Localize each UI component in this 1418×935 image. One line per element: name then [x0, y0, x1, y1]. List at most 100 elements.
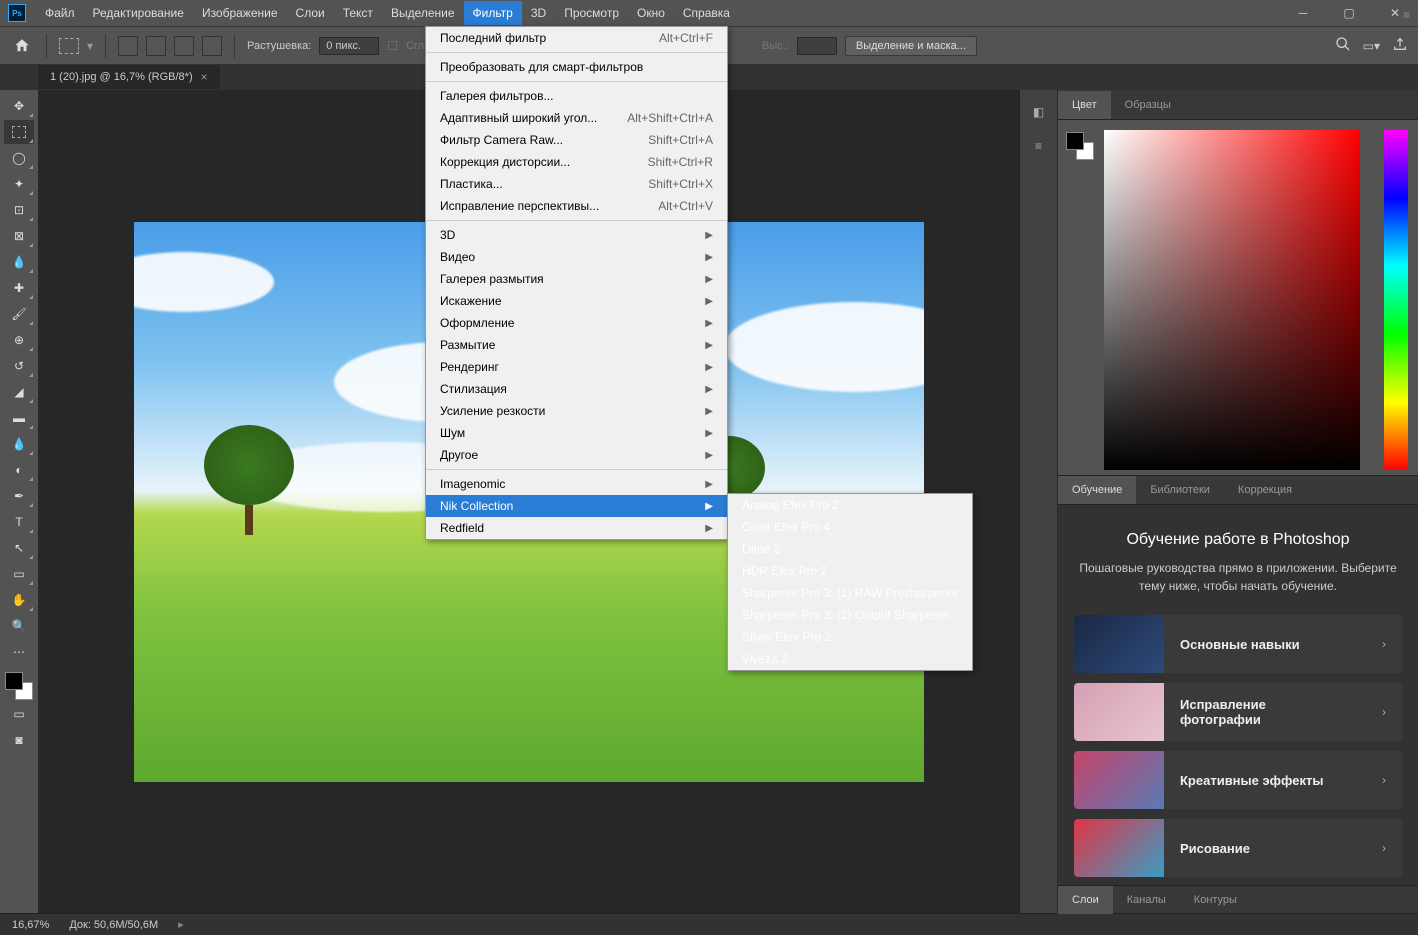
path-select-tool[interactable]: ↖: [4, 536, 34, 560]
quick-select-tool[interactable]: ✦: [4, 172, 34, 196]
close-button[interactable]: ✕: [1372, 0, 1418, 26]
menu-справка[interactable]: Справка: [674, 1, 739, 25]
learn-card[interactable]: Креативные эффекты›: [1074, 751, 1402, 809]
menu-item[interactable]: Analog Efex Pro 2: [728, 494, 972, 516]
healing-tool[interactable]: ✚: [4, 276, 34, 300]
foreground-background-swatch[interactable]: [5, 672, 33, 700]
menu-item[interactable]: Dfine 2: [728, 538, 972, 560]
type-tool[interactable]: T: [4, 510, 34, 534]
menu-item[interactable]: Silver Efex Pro 2: [728, 626, 972, 648]
panel-tab[interactable]: Цвет: [1058, 91, 1111, 119]
shape-tool[interactable]: ▭: [4, 562, 34, 586]
menu-item[interactable]: HDR Efex Pro 2: [728, 560, 972, 582]
select-and-mask-button[interactable]: Выделение и маска...: [845, 36, 977, 56]
color-swatches[interactable]: [1066, 132, 1094, 160]
search-icon[interactable]: [1335, 36, 1351, 55]
panel-tab[interactable]: Обучение: [1058, 476, 1136, 504]
menu-item[interactable]: Последний фильтрAlt+Ctrl+F: [426, 27, 727, 49]
menu-item[interactable]: Sharpener Pro 3: (2) Output Sharpener: [728, 604, 972, 626]
menu-выделение[interactable]: Выделение: [382, 1, 464, 25]
menu-item[interactable]: Размытие▶: [426, 334, 727, 356]
menu-3d[interactable]: 3D: [522, 1, 555, 25]
workspace-icon[interactable]: ▭▾: [1363, 39, 1380, 53]
menu-файл[interactable]: Файл: [36, 1, 84, 25]
menu-item[interactable]: Коррекция дисторсии...Shift+Ctrl+R: [426, 151, 727, 173]
crop-tool[interactable]: ⊡: [4, 198, 34, 222]
clone-tool[interactable]: ⊕: [4, 328, 34, 352]
menu-item[interactable]: Стилизация▶: [426, 378, 727, 400]
menu-item[interactable]: Галерея фильтров...: [426, 85, 727, 107]
edit-toolbar[interactable]: ⋯: [4, 640, 34, 664]
menu-item[interactable]: Искажение▶: [426, 290, 727, 312]
menu-item[interactable]: Усиление резкости▶: [426, 400, 727, 422]
menu-item[interactable]: Фильтр Camera Raw...Shift+Ctrl+A: [426, 129, 727, 151]
selection-intersect-icon[interactable]: [202, 36, 222, 56]
hand-tool[interactable]: ✋: [4, 588, 34, 612]
eyedropper-tool[interactable]: 💧: [4, 250, 34, 274]
panel-tab[interactable]: Контуры: [1180, 886, 1251, 914]
move-tool[interactable]: ✥: [4, 94, 34, 118]
learn-card[interactable]: Основные навыки›: [1074, 615, 1402, 673]
quick-mask-tool[interactable]: ◙: [4, 728, 34, 752]
menu-item[interactable]: 3D▶: [426, 224, 727, 246]
history-brush-tool[interactable]: ↺: [4, 354, 34, 378]
menu-item[interactable]: Color Efex Pro 4: [728, 516, 972, 538]
color-field[interactable]: [1104, 130, 1360, 470]
eraser-tool[interactable]: ◢: [4, 380, 34, 404]
menu-item[interactable]: Видео▶: [426, 246, 727, 268]
panel-tab[interactable]: Слои: [1058, 886, 1113, 914]
menu-редактирование[interactable]: Редактирование: [84, 1, 193, 25]
menu-item[interactable]: Адаптивный широкий угол...Alt+Shift+Ctrl…: [426, 107, 727, 129]
height-input[interactable]: [797, 37, 837, 55]
panel-menu-icon[interactable]: ≡: [1403, 8, 1410, 22]
zoom-tool[interactable]: 🔍: [4, 614, 34, 638]
learn-card[interactable]: Исправление фотографии›: [1074, 683, 1402, 741]
panel-tab[interactable]: Коррекция: [1224, 476, 1306, 504]
selection-subtract-icon[interactable]: [174, 36, 194, 56]
menu-item[interactable]: Галерея размытия▶: [426, 268, 727, 290]
menu-item[interactable]: Другое▶: [426, 444, 727, 466]
panel-tab[interactable]: Библиотеки: [1136, 476, 1224, 504]
menu-item[interactable]: Преобразовать для смарт-фильтров: [426, 56, 727, 78]
menu-item[interactable]: Sharpener Pro 3: (1) RAW Presharpener: [728, 582, 972, 604]
panel-tab[interactable]: Каналы: [1113, 886, 1180, 914]
menu-окно[interactable]: Окно: [628, 1, 674, 25]
menu-item[interactable]: Оформление▶: [426, 312, 727, 334]
gradient-tool[interactable]: ▬: [4, 406, 34, 430]
selection-add-icon[interactable]: [146, 36, 166, 56]
menu-item[interactable]: Nik Collection▶Analog Efex Pro 2Color Ef…: [426, 495, 727, 517]
maximize-button[interactable]: ▢: [1326, 0, 1372, 26]
menu-текст[interactable]: Текст: [334, 1, 382, 25]
feather-input[interactable]: [319, 37, 379, 55]
selection-new-icon[interactable]: [118, 36, 138, 56]
menu-изображение[interactable]: Изображение: [193, 1, 287, 25]
properties-panel-icon[interactable]: ≡: [1025, 132, 1053, 160]
menu-слои[interactable]: Слои: [287, 1, 334, 25]
lasso-tool[interactable]: ◯: [4, 146, 34, 170]
hue-slider[interactable]: [1384, 130, 1408, 470]
marquee-preset-icon[interactable]: [59, 38, 79, 54]
menu-item[interactable]: Шум▶: [426, 422, 727, 444]
menu-item[interactable]: Пластика...Shift+Ctrl+X: [426, 173, 727, 195]
menu-item[interactable]: Viveza 2: [728, 648, 972, 670]
menu-фильтр[interactable]: Фильтр: [464, 1, 522, 25]
home-icon[interactable]: [10, 34, 34, 58]
menu-просмотр[interactable]: Просмотр: [555, 1, 628, 25]
menu-item[interactable]: Исправление перспективы...Alt+Ctrl+V: [426, 195, 727, 217]
minimize-button[interactable]: ─: [1280, 0, 1326, 26]
marquee-tool[interactable]: [4, 120, 34, 144]
pen-tool[interactable]: ✒: [4, 484, 34, 508]
menu-item[interactable]: Redfield▶: [426, 517, 727, 539]
menu-item[interactable]: Рендеринг▶: [426, 356, 727, 378]
close-tab-icon[interactable]: ×: [201, 70, 208, 84]
document-size[interactable]: Док: 50,6M/50,6M: [69, 919, 158, 931]
document-tab[interactable]: 1 (20).jpg @ 16,7% (RGB/8*) ×: [38, 65, 220, 89]
history-panel-icon[interactable]: ◧: [1025, 98, 1053, 126]
screen-mode-tool[interactable]: ▭: [4, 702, 34, 726]
brush-tool[interactable]: 🖌: [4, 302, 34, 326]
frame-tool[interactable]: ⊠: [4, 224, 34, 248]
blur-tool[interactable]: 💧: [4, 432, 34, 456]
learn-card[interactable]: Рисование›: [1074, 819, 1402, 877]
menu-item[interactable]: Imagenomic▶: [426, 473, 727, 495]
zoom-level[interactable]: 16,67%: [12, 919, 49, 931]
